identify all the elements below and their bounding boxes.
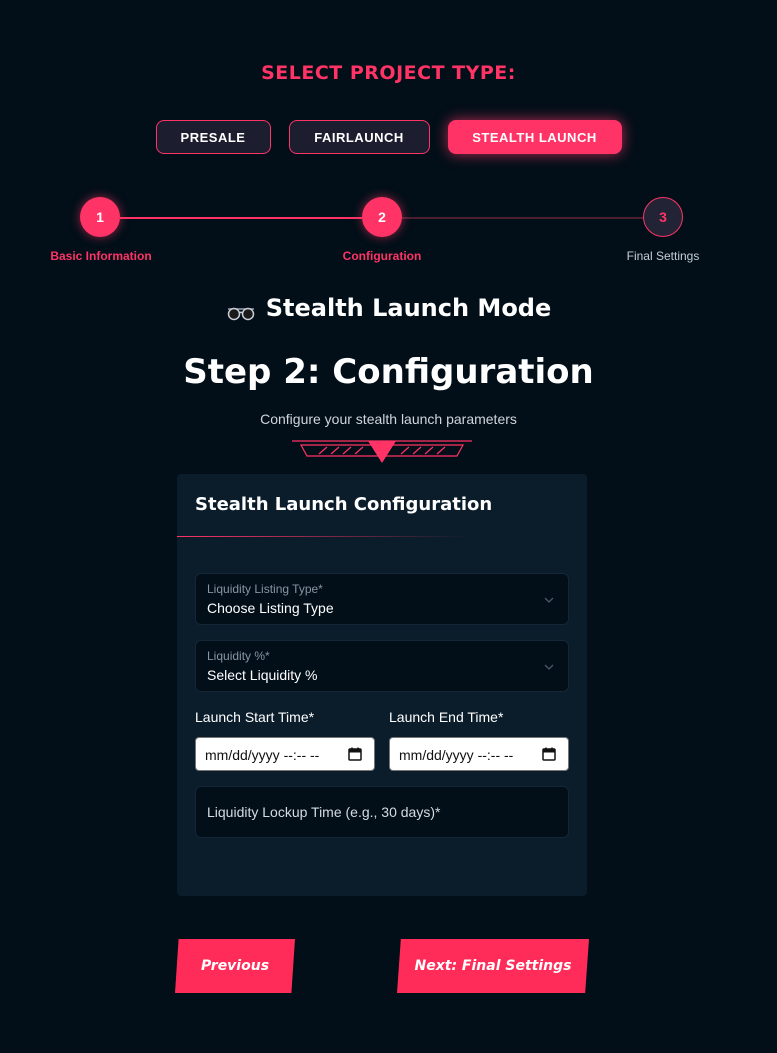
step-1-label: Basic Information — [50, 249, 152, 263]
decorative-divider — [291, 436, 473, 464]
glasses-icon — [226, 299, 256, 321]
liquidity-percent-value: Select Liquidity % — [207, 667, 318, 683]
listing-type-value: Choose Listing Type — [207, 600, 334, 616]
step-3-circle: 3 — [643, 197, 683, 237]
project-type-selector: PRESALE FAIRLAUNCH STEALTH LAUNCH — [0, 120, 777, 154]
step-1-circle: 1 — [80, 197, 120, 237]
card-title-underline — [177, 536, 467, 537]
chevron-down-icon — [544, 659, 554, 670]
launch-end-time-label: Launch End Time* — [389, 709, 504, 725]
listing-type-label: Liquidity Listing Type* — [207, 582, 323, 596]
step-3-label: Final Settings — [626, 249, 700, 263]
step-connector-pending — [402, 217, 644, 219]
liquidity-lockup-time-input[interactable]: Liquidity Lockup Time (e.g., 30 days)* — [195, 786, 569, 838]
stealth-launch-button[interactable]: STEALTH LAUNCH — [447, 120, 622, 154]
fairlaunch-button[interactable]: FAIRLAUNCH — [288, 120, 430, 154]
next-final-settings-button[interactable]: Next: Final Settings — [397, 939, 589, 993]
step-connector-completed — [120, 217, 362, 219]
progress-stepper: 1 2 3 Basic Information Configuration Fi… — [0, 197, 777, 267]
launch-start-time-label: Launch Start Time* — [195, 709, 315, 725]
launch-start-time-input[interactable]: mm/dd/yyyy --:-- -- — [195, 737, 375, 771]
page-subtitle: Configure your stealth launch parameters — [260, 411, 517, 427]
liquidity-percent-select[interactable]: Liquidity %* Select Liquidity % — [195, 640, 569, 692]
liquidity-listing-type-select[interactable]: Liquidity Listing Type* Choose Listing T… — [195, 573, 569, 625]
chevron-down-icon — [544, 592, 554, 603]
presale-button[interactable]: PRESALE — [155, 120, 271, 154]
mode-heading: Stealth Launch Mode — [0, 294, 777, 322]
card-title: Stealth Launch Configuration — [195, 494, 493, 515]
launch-end-time-input[interactable]: mm/dd/yyyy --:-- -- — [389, 737, 569, 771]
select-project-type-title: SELECT PROJECT TYPE: — [261, 62, 516, 84]
start-time-value: mm/dd/yyyy --:-- -- — [205, 747, 320, 763]
liquidity-percent-label: Liquidity %* — [207, 649, 270, 663]
end-time-value: mm/dd/yyyy --:-- -- — [399, 747, 514, 763]
lockup-time-placeholder: Liquidity Lockup Time (e.g., 30 days)* — [207, 804, 441, 820]
step-2-label: Configuration — [342, 249, 422, 263]
step-2-circle: 2 — [362, 197, 402, 237]
page-title: Step 2: Configuration — [183, 352, 594, 392]
mode-title: Stealth Launch Mode — [265, 294, 552, 322]
calendar-icon[interactable] — [348, 747, 362, 761]
calendar-icon[interactable] — [542, 747, 556, 761]
previous-button[interactable]: Previous — [175, 939, 295, 993]
configuration-card: Stealth Launch Configuration Liquidity L… — [177, 474, 587, 896]
